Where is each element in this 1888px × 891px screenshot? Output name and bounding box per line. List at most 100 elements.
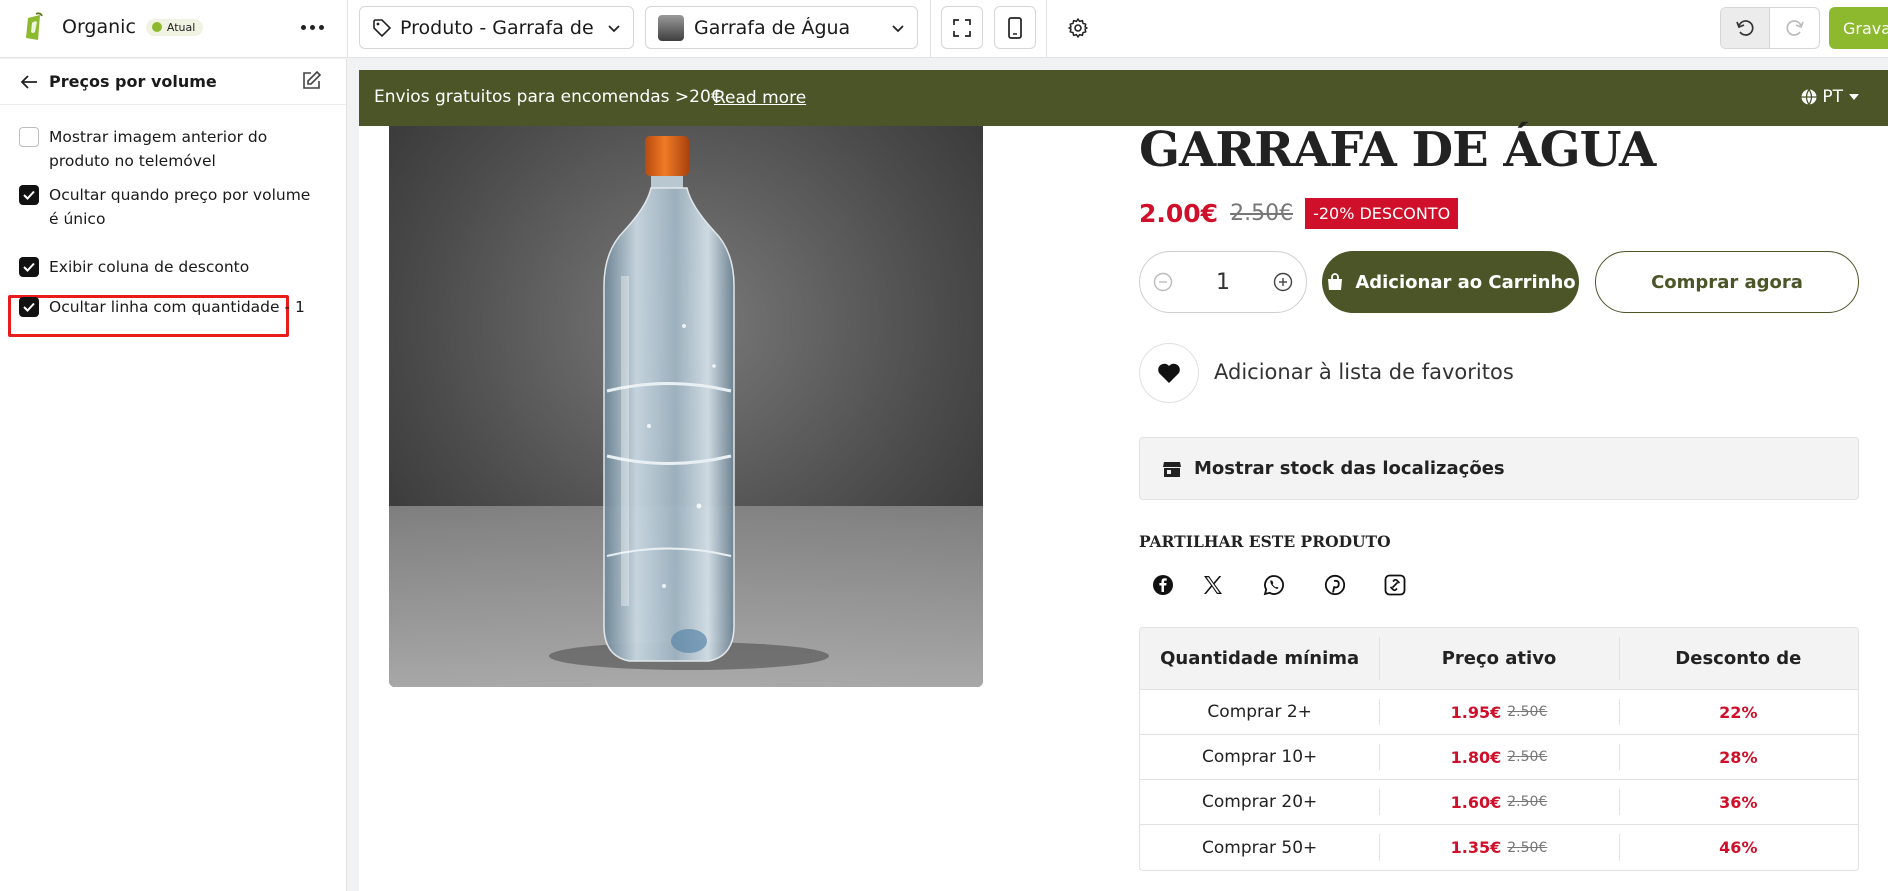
status-badge-label: Atual — [166, 20, 196, 34]
read-more-link[interactable]: Read more — [714, 88, 806, 108]
product-thumbnail — [658, 14, 684, 41]
option-label: Ocultar linha com quantidade - 1 — [49, 298, 305, 316]
wishlist-button[interactable] — [1139, 343, 1199, 403]
volume-pricing-table: Quantidade mínima Preço ativo Desconto d… — [1139, 627, 1859, 871]
header-discount: Desconto de — [1618, 628, 1858, 689]
option-show-previous-image[interactable]: Mostrar imagem anterior do produto no te… — [19, 127, 319, 173]
sidebar-header: Preços por volume — [0, 59, 346, 105]
price-row: 2.00€ 2.50€ -20% DESCONTO — [1139, 198, 1459, 229]
add-to-cart-label: Adicionar ao Carrinho — [1355, 271, 1576, 293]
theme-name: Organic — [62, 16, 136, 38]
undo-button[interactable] — [1721, 8, 1771, 48]
product-select-label: Garrafa de Água — [694, 16, 851, 39]
x-share-button[interactable] — [1198, 570, 1228, 600]
product-image[interactable] — [389, 126, 983, 687]
shopping-bag-icon — [1328, 273, 1343, 290]
fullscreen-button[interactable] — [941, 6, 983, 49]
pinterest-share-button[interactable] — [1320, 570, 1350, 600]
checkbox-checked[interactable] — [19, 297, 39, 317]
undo-redo-group — [1720, 7, 1820, 49]
back-arrow-icon[interactable] — [18, 71, 40, 93]
divider — [1046, 0, 1047, 58]
announcement-text: Envios gratuitos para encomendas >20€ — [374, 87, 722, 107]
option-show-discount-column[interactable]: Exibir coluna de desconto — [19, 257, 319, 279]
sidebar-title: Preços por volume — [49, 72, 217, 91]
qty-cell: Comprar 10+ — [1202, 747, 1318, 767]
caret-down-icon — [1849, 94, 1859, 100]
status-dot-icon — [151, 22, 162, 32]
facebook-share-button[interactable] — [1148, 570, 1178, 600]
announcement-bar: Envios gratuitos para encomendas >20€ Re… — [359, 70, 1888, 126]
quantity-stepper: 1 — [1139, 251, 1307, 313]
pinterest-icon — [1324, 574, 1346, 596]
settings-button[interactable] — [1057, 6, 1099, 49]
top-bar: Organic Atual Produto - Garrafa de Á... … — [0, 0, 1888, 58]
globe-icon — [1801, 89, 1817, 105]
mobile-icon — [1008, 16, 1022, 39]
wishlist-label[interactable]: Adicionar à lista de favoritos — [1214, 360, 1514, 384]
minus-icon[interactable] — [1152, 271, 1174, 293]
divider — [347, 0, 348, 58]
fullscreen-icon — [953, 18, 971, 37]
template-select[interactable]: Produto - Garrafa de Á... — [359, 6, 634, 49]
option-label: Mostrar imagem anterior do produto no te… — [49, 128, 268, 170]
price-cell: 1.35€ 2.50€ — [1379, 825, 1618, 870]
redo-button[interactable] — [1770, 8, 1819, 48]
checkbox-unchecked[interactable] — [19, 127, 39, 147]
discount-cell: 36% — [1618, 780, 1858, 824]
table-header: Quantidade mínima Preço ativo Desconto d… — [1140, 628, 1858, 690]
price-cell: 1.60€ 2.50€ — [1379, 780, 1618, 824]
option-label: Exibir coluna de desconto — [49, 258, 250, 276]
tag-icon — [373, 18, 392, 37]
plus-icon[interactable] — [1272, 271, 1294, 293]
store-icon — [1163, 461, 1181, 477]
status-badge: Atual — [145, 18, 204, 36]
undo-icon — [1736, 20, 1754, 36]
copy-link-button[interactable] — [1380, 570, 1410, 600]
tier-old-price: 2.50€ — [1507, 704, 1548, 720]
language-selector[interactable]: PT — [1800, 87, 1864, 107]
gear-icon — [1068, 17, 1088, 38]
tier-price: 1.95€ — [1450, 702, 1502, 722]
discount-badge: -20% DESCONTO — [1305, 198, 1459, 229]
share-title: PARTILHAR ESTE PRODUTO — [1139, 532, 1391, 551]
whatsapp-share-button[interactable] — [1259, 570, 1289, 600]
shopify-logo-icon — [26, 12, 43, 40]
quantity-value[interactable]: 1 — [1216, 270, 1230, 295]
table-row: Comprar 50+ 1.35€ 2.50€ 46% — [1140, 825, 1858, 870]
option-label: Ocultar quando preço por volume é único — [49, 186, 311, 228]
store-preview: Envios gratuitos para encomendas >20€ Re… — [359, 70, 1888, 891]
add-to-cart-button[interactable]: Adicionar ao Carrinho — [1322, 251, 1579, 313]
product-select[interactable]: Garrafa de Água — [645, 6, 918, 49]
table-row: Comprar 2+ 1.95€ 2.50€ 22% — [1140, 690, 1858, 735]
more-options-button[interactable] — [298, 15, 326, 39]
tier-old-price: 2.50€ — [1507, 794, 1548, 810]
x-icon — [1204, 576, 1222, 594]
price-cell: 1.80€ 2.50€ — [1379, 735, 1618, 779]
qty-cell: Comprar 2+ — [1207, 702, 1312, 722]
tier-price: 1.35€ — [1450, 838, 1502, 857]
mobile-view-button[interactable] — [994, 6, 1036, 49]
tier-old-price: 2.50€ — [1507, 749, 1548, 765]
brand: Organic Atual — [22, 10, 204, 44]
table-row: Comprar 10+ 1.80€ 2.50€ 28% — [1140, 735, 1858, 780]
option-hide-qty-one-row[interactable]: Ocultar linha com quantidade - 1 — [19, 297, 319, 319]
option-hide-single-volume-price[interactable]: Ocultar quando preço por volume é único — [19, 185, 319, 231]
settings-sidebar: Preços por volume Mostrar imagem anterio… — [0, 59, 347, 891]
divider — [930, 0, 931, 58]
checkmark-icon — [23, 302, 35, 312]
water-bottle-image — [389, 126, 983, 687]
save-button[interactable]: Grava — [1829, 7, 1888, 49]
edit-icon[interactable] — [300, 70, 322, 92]
qty-cell: Comprar 50+ — [1202, 837, 1318, 858]
checkbox-checked[interactable] — [19, 185, 39, 205]
chevron-down-icon — [608, 24, 620, 32]
stock-locations-button[interactable]: Mostrar stock das localizações — [1139, 437, 1859, 500]
heart-icon — [1158, 363, 1180, 383]
chevron-down-icon — [892, 24, 904, 32]
header-active-price: Preço ativo — [1379, 628, 1618, 689]
redo-icon — [1785, 20, 1804, 36]
discount-cell: 46% — [1618, 825, 1858, 870]
checkbox-checked[interactable] — [19, 257, 39, 277]
buy-now-button[interactable]: Comprar agora — [1595, 251, 1859, 313]
